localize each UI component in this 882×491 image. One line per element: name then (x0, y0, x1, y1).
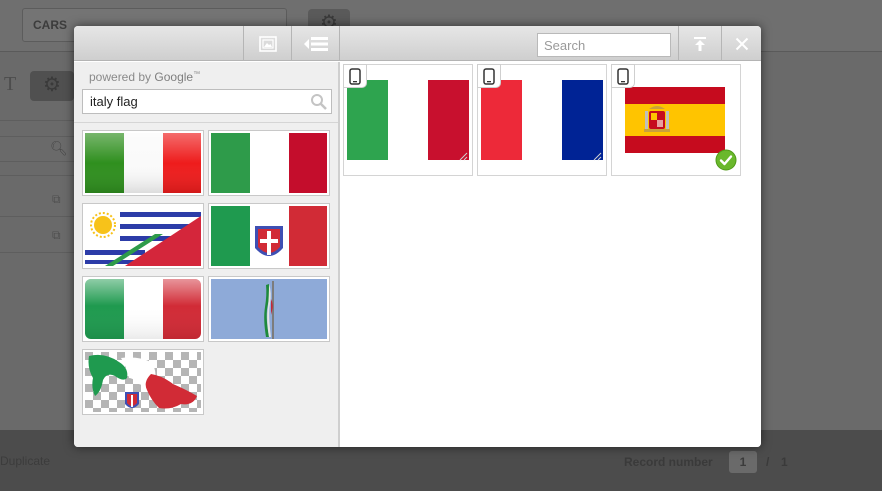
upload-icon (694, 36, 706, 51)
divider (0, 120, 80, 121)
google-brand: Google (154, 70, 194, 84)
search-input[interactable] (537, 33, 671, 57)
list-icon (303, 36, 328, 51)
powered-by-google: powered by Google™ (89, 70, 200, 84)
device-badge (343, 64, 367, 88)
italy-flag-image (85, 279, 201, 339)
background-search-cell (0, 136, 80, 162)
resize-handle-icon[interactable] (592, 151, 602, 161)
image-icon (258, 35, 277, 52)
italy-flag-image (347, 80, 469, 160)
divider (0, 216, 80, 217)
divider (0, 175, 80, 176)
device-badge (611, 64, 635, 88)
selected-image-card[interactable] (343, 64, 473, 176)
search-icon[interactable] (310, 93, 328, 111)
search-result-thumb[interactable] (82, 276, 204, 342)
trademark: ™ (193, 71, 201, 78)
close-button[interactable] (721, 26, 761, 61)
search-icon: 🔍︎ (50, 140, 68, 156)
selected-image-card[interactable] (611, 64, 741, 176)
image-view-button[interactable] (243, 26, 291, 61)
close-icon (735, 37, 748, 50)
powered-by-text: powered by (89, 70, 152, 84)
italy-flag-pole-image (211, 279, 327, 339)
record-number-label: Record number (624, 455, 713, 469)
phone-icon (483, 67, 495, 85)
search-result-thumb[interactable] (82, 349, 204, 415)
google-query-input[interactable] (82, 89, 332, 114)
check-icon (715, 149, 737, 171)
selected-image-card[interactable] (477, 64, 607, 176)
search-result-thumb[interactable] (208, 203, 330, 269)
search-result-thumb[interactable] (208, 276, 330, 342)
selected-images-panel (340, 62, 761, 447)
dialog-header (74, 26, 761, 61)
resize-handle-icon[interactable] (458, 151, 468, 161)
france-flag-image (481, 80, 603, 160)
device-badge (477, 64, 501, 88)
uruguay-italy-flag-image (85, 206, 201, 266)
record-number-field: 1 (729, 451, 757, 473)
copy-icon: ⧉ (52, 192, 61, 206)
phone-icon (349, 67, 361, 85)
list-view-button[interactable] (291, 26, 340, 61)
italy-flag-image (85, 133, 201, 193)
upload-button[interactable] (678, 26, 721, 61)
divider (0, 252, 80, 253)
search-result-thumb[interactable] (82, 203, 204, 269)
italy-flag-image (211, 133, 327, 193)
duplicate-button: Duplicate (0, 454, 51, 468)
search-result-thumb[interactable] (82, 130, 204, 196)
image-picker-dialog: powered by Google™ (74, 26, 761, 447)
gear-icon: ⚙ (30, 71, 74, 101)
italy-map-flag-image (85, 352, 201, 412)
divider (74, 122, 338, 123)
search-result-thumb[interactable] (208, 130, 330, 196)
google-search-panel: powered by Google™ italy flag (74, 62, 340, 447)
copy-icon: ⧉ (52, 228, 61, 242)
spain-flag-image (625, 87, 725, 153)
record-separator: / (766, 455, 770, 469)
text-format-icon: T (4, 73, 17, 95)
italy-savoy-flag-image (211, 206, 327, 266)
record-total: 1 (781, 455, 788, 469)
phone-icon (617, 67, 629, 85)
